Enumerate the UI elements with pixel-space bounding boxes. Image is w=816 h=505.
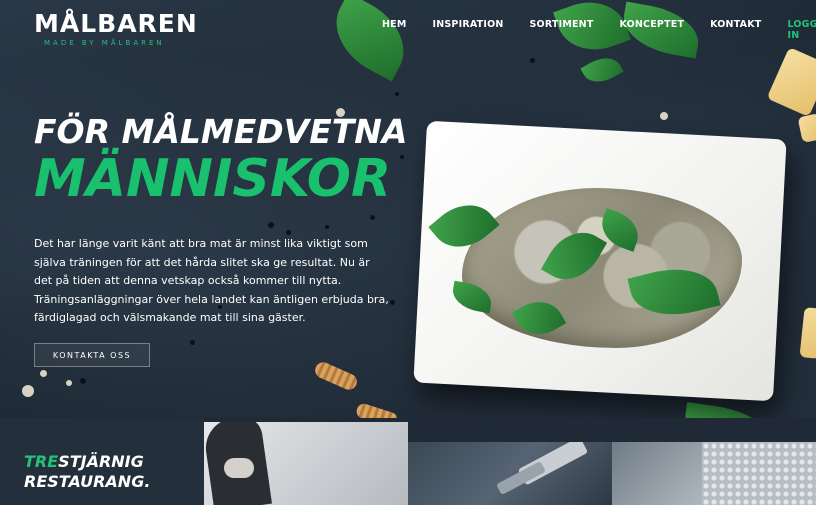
- pepper-speck: [190, 340, 195, 345]
- pepper-speck: [80, 378, 86, 384]
- cheese-chunk-image: [797, 112, 816, 144]
- salt-speck: [22, 385, 34, 397]
- feature-photo-gym[interactable]: [408, 442, 612, 505]
- pepper-speck: [400, 155, 404, 159]
- contact-us-button[interactable]: KONTAKTA OSS: [34, 343, 150, 367]
- pepper-speck: [390, 300, 395, 305]
- cheese-chunk-image: [766, 47, 816, 117]
- feature-heading-accent: TRE: [24, 452, 59, 471]
- pepper-speck: [395, 92, 399, 96]
- feature-heading-rest: STJÄRNIG: [58, 452, 144, 471]
- pepper-speck: [268, 222, 274, 228]
- nav-item-sortiment[interactable]: SORTIMENT: [530, 19, 594, 41]
- salt-speck: [660, 112, 668, 120]
- salt-speck: [66, 380, 72, 386]
- hero-title-line2: MÄNNISKOR: [34, 149, 392, 209]
- cheese-chunk-image: [799, 307, 816, 359]
- brand-name: MÅLBAREN: [34, 9, 198, 38]
- nav-item-kontakt[interactable]: KONTAKT: [710, 19, 761, 41]
- nav-item-inspiration[interactable]: INSPIRATION: [433, 19, 504, 41]
- feature-heading-line2: RESTAURANG.: [24, 472, 151, 491]
- feature-strip: TRESTJÄRNIG RESTAURANG.: [0, 418, 816, 505]
- feature-photo-athlete[interactable]: [204, 422, 408, 505]
- login-link[interactable]: LOGGA IN: [787, 19, 816, 41]
- feature-photo-window[interactable]: [612, 442, 816, 505]
- main-nav: HEM INSPIRATION SORTIMENT KONCEPTET KONT…: [382, 19, 816, 41]
- pasta-dish-image: [462, 188, 742, 348]
- basil-leaf-image: [580, 50, 624, 90]
- window-pattern-image: [702, 442, 816, 505]
- hero-section: MÅLBAREN MADE BY MÅLBAREN HEM INSPIRATIO…: [0, 0, 816, 418]
- feature-panel-restaurant[interactable]: TRESTJÄRNIG RESTAURANG.: [0, 418, 204, 505]
- nav-item-hem[interactable]: HEM: [382, 19, 407, 41]
- nav-item-konceptet[interactable]: KONCEPTET: [620, 19, 685, 41]
- fusilli-pasta-image: [354, 401, 400, 418]
- pepper-speck: [530, 58, 535, 63]
- brand-logo[interactable]: MÅLBAREN MADE BY MÅLBAREN: [34, 9, 198, 48]
- hero-title-line1: FÖR MÅLMEDVETNA: [34, 112, 408, 151]
- fusilli-pasta-image: [312, 359, 360, 393]
- basil-leaf-image: [681, 402, 775, 418]
- brand-tagline: MADE BY MÅLBAREN: [44, 39, 165, 47]
- feature-heading-line1: TRESTJÄRNIG: [24, 452, 144, 471]
- athlete-hand-image: [224, 458, 254, 478]
- hero-body-text: Det har länge varit känt att bra mat är …: [34, 237, 389, 324]
- salt-speck: [40, 370, 47, 377]
- pepper-speck: [325, 225, 329, 229]
- pepper-speck: [370, 215, 375, 220]
